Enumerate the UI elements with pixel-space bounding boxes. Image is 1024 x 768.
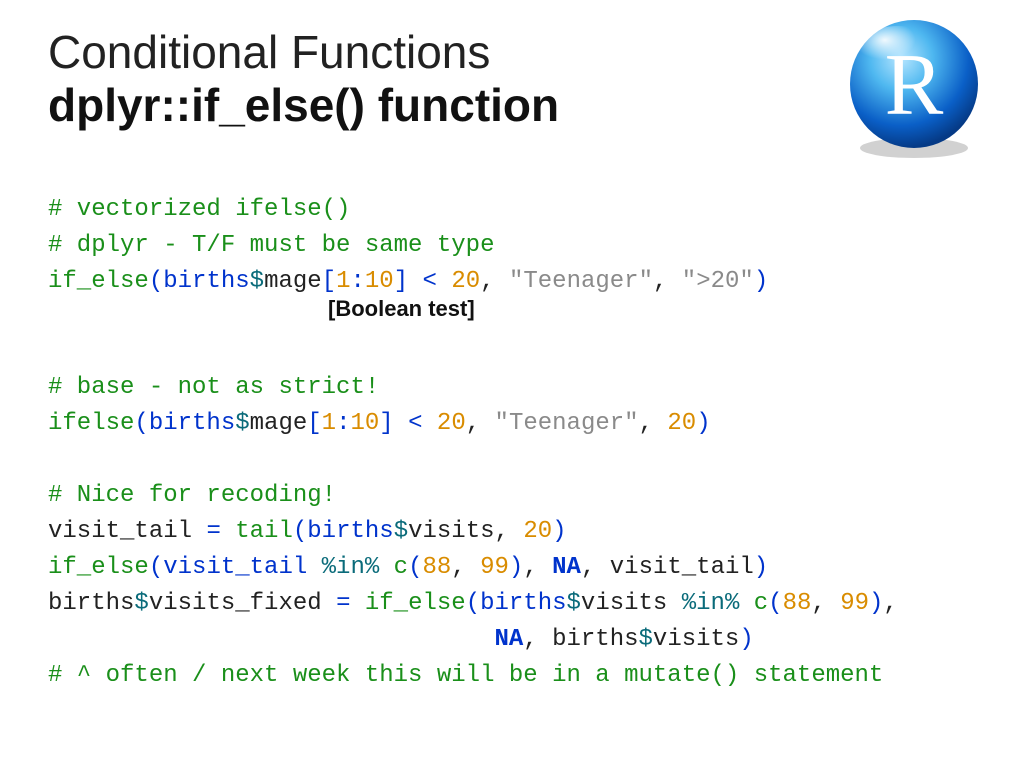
code-comment: # dplyr - T/F must be same type [48, 232, 494, 259]
slide-title-bold: dplyr::if_else() function [48, 78, 976, 132]
code-comment: # ^ often / next week this will be in a … [48, 662, 883, 689]
svg-text:R: R [885, 37, 944, 134]
code-fn: ifelse [48, 410, 134, 437]
code-block: # base - not as strict! ifelse(births$ma… [48, 334, 976, 694]
code-comment: # Nice for recoding! [48, 482, 336, 509]
slide-title-light: Conditional Functions [48, 28, 976, 76]
code-fn: if_else [48, 268, 149, 295]
slide-content: R Conditional Functions dplyr::if_else()… [0, 0, 1024, 714]
code-comment: # base - not as strict! [48, 374, 379, 401]
code-comment: # vectorized ifelse() [48, 196, 350, 223]
code-block: # vectorized ifelse() # dplyr - T/F must… [48, 156, 976, 300]
r-logo: R [840, 14, 988, 162]
